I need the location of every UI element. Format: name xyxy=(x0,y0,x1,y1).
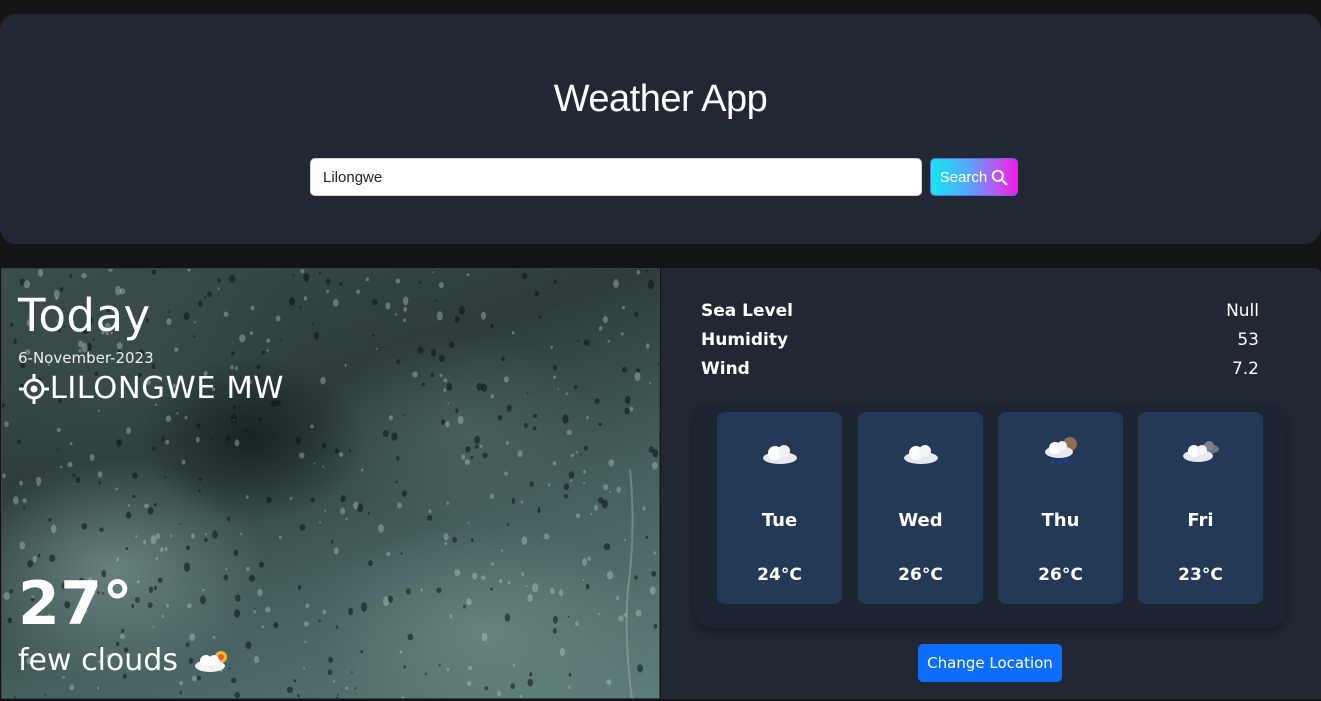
forecast-temp: 26°C xyxy=(1038,565,1083,585)
stat-label: Sea Level xyxy=(701,300,793,321)
cloud-icon xyxy=(762,445,797,464)
change-location-button[interactable]: Change Location xyxy=(918,644,1062,682)
today-label: Today xyxy=(18,289,151,342)
forecast-card-fri[interactable]: Fri 23°C xyxy=(1138,412,1263,604)
location-name: LILONGWE MW xyxy=(49,371,285,406)
forecast-card-wed[interactable]: Wed 26°C xyxy=(858,412,983,604)
stat-value: 53 xyxy=(1237,329,1259,350)
stat-value: 7.2 xyxy=(1231,358,1259,379)
stat-label: Humidity xyxy=(701,329,789,350)
stat-label: Wind xyxy=(701,358,750,379)
search-button[interactable]: Search xyxy=(930,158,1018,196)
stat-value: Null xyxy=(1226,300,1259,321)
stat-row-humidity: Humidity 53 xyxy=(701,325,1259,354)
description-row: few clouds xyxy=(18,643,232,678)
weather-description: few clouds xyxy=(18,643,178,678)
forecast-day: Thu xyxy=(1041,510,1080,531)
date-label: 6-November-2023 xyxy=(18,349,154,367)
forecast-card-tue[interactable]: Tue 24°C xyxy=(717,412,842,604)
forecast-temp: 26°C xyxy=(898,565,943,585)
forecast-temp: 24°C xyxy=(757,565,802,585)
current-temperature: 27° xyxy=(18,569,133,639)
rain-cloud-icon xyxy=(1044,437,1077,466)
today-panel: Today 6-November-2023 LILONGWE MW 27° fe… xyxy=(1,268,660,699)
header: Weather App Search xyxy=(0,14,1321,244)
location-crosshair-icon xyxy=(19,373,49,404)
forecast-day: Fri xyxy=(1187,510,1214,531)
stat-row-wind: Wind 7.2 xyxy=(701,354,1259,383)
few-clouds-icon xyxy=(194,650,227,672)
forecast-day: Wed xyxy=(898,510,943,531)
forecast-container: Tue 24°C Wed 26°C Thu 26°C Fri 23°C xyxy=(694,404,1286,628)
stats-list: Sea Level Null Humidity 53 Wind 7.2 xyxy=(701,296,1259,383)
forecast-day: Tue xyxy=(761,510,798,531)
broken-clouds-icon xyxy=(1182,441,1219,462)
forecast-card-thu[interactable]: Thu 26°C xyxy=(998,412,1123,604)
forecast-temp: 23°C xyxy=(1178,565,1223,585)
cloud-icon xyxy=(903,445,938,464)
details-panel: Sea Level Null Humidity 53 Wind 7.2 Tue … xyxy=(661,268,1321,699)
app-title: Weather App xyxy=(553,78,768,120)
stat-row-sea-level: Sea Level Null xyxy=(701,296,1259,325)
search-button-label: Search xyxy=(939,168,988,186)
search-icon xyxy=(992,169,1008,185)
location-row: LILONGWE MW xyxy=(18,371,285,406)
search-input[interactable] xyxy=(310,158,922,196)
